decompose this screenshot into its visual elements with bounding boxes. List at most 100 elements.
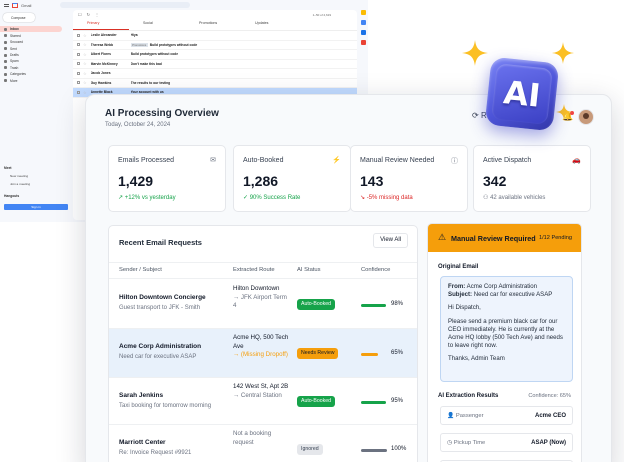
confidence-value: 95% xyxy=(391,398,404,404)
stat-note-icon: ↘ xyxy=(360,195,366,201)
column-header-status: AI Status xyxy=(297,267,321,273)
tasks-icon[interactable] xyxy=(361,30,366,35)
original-email-heading: Original Email xyxy=(438,264,479,270)
row-sender: Albert Flores xyxy=(90,52,111,57)
meet-heading: Meet xyxy=(4,166,12,170)
keep-icon[interactable] xyxy=(361,20,366,25)
star-icon[interactable]: ☆ xyxy=(83,52,87,57)
tab-label: Social xyxy=(143,21,153,25)
status-badge: Auto-Booked xyxy=(297,396,335,407)
join-meeting-link[interactable]: Join a meeting xyxy=(10,182,30,186)
row-sender: Marvin McKinney xyxy=(90,61,118,66)
stat-note-icon: ⚇ xyxy=(483,195,489,201)
row-tag: Promotions xyxy=(130,42,148,47)
list-item[interactable]: ☆ Albert Flores Build prototypes without c… xyxy=(73,50,357,60)
route-dropoff: → JFK Airport Term 4 xyxy=(233,293,287,310)
select-all-checkbox[interactable]: ☐ xyxy=(78,12,82,17)
row-subject-wrap: Promotions Build prototypes without code xyxy=(130,42,357,47)
stat-note: ↘ -5% missing data xyxy=(360,194,413,201)
star-icon[interactable]: ☆ xyxy=(83,42,87,47)
sparkle-icon xyxy=(556,104,572,120)
route-dropoff: → Central Station xyxy=(233,391,282,399)
row-subject: The results to our testing xyxy=(130,80,171,85)
refresh-icon[interactable]: ↻ xyxy=(87,12,90,17)
star-icon[interactable]: ☆ xyxy=(83,80,87,85)
row-checkbox[interactable] xyxy=(77,71,80,75)
row-subject-wrap: The results to our testing xyxy=(131,81,357,85)
list-item[interactable]: ☆ Guy Hawkins The results to our testing xyxy=(73,79,357,88)
tab-primary[interactable]: Primary xyxy=(73,19,129,30)
column-header-confidence: Confidence xyxy=(361,267,391,273)
sidebar-item-more[interactable]: More xyxy=(0,77,72,83)
gmail-title: Gmail xyxy=(21,2,32,8)
pending-count: 1/12 Pending xyxy=(539,235,572,241)
list-item[interactable]: ☆ Jacob Jones xyxy=(73,69,357,79)
tab-social[interactable]: Social xyxy=(129,19,185,30)
route-dropoff: → (Missing Dropoff) xyxy=(233,351,288,359)
row-sender: Guy Hawkins xyxy=(90,80,112,85)
table-row[interactable]: Hilton Downtown Concierge Guest transport… xyxy=(109,280,417,329)
request-subject: Re: Invoice Request #9921 xyxy=(119,450,192,456)
star-icon[interactable]: ☆ xyxy=(83,71,87,76)
stat-note-text: -5% missing data xyxy=(366,195,413,201)
stat-card-emails-processed: Emails Processed ✉ 1,429 ↗ +12% vs yesterda… xyxy=(108,145,226,212)
star-icon[interactable]: ☆ xyxy=(83,33,87,38)
calendar-icon[interactable] xyxy=(361,10,366,15)
extraction-field-pickup-time[interactable]: ◷ Pickup Time ASAP (Now) xyxy=(440,433,573,452)
table-row[interactable]: Sarah Jenkins Taxi booking for tomorrow m… xyxy=(109,378,417,425)
list-item[interactable]: ☆ Theresa Webb Promotions Build prototypes … xyxy=(73,41,357,50)
request-subject: Need car for executive ASAP xyxy=(119,354,197,360)
row-checkbox[interactable] xyxy=(77,81,80,85)
table-row[interactable]: Acme Corp Administration Need car for exe… xyxy=(109,329,417,378)
gmail-rows: ☆ Leslie Alexander Hiya ☆ Theresa Webb Promot… xyxy=(73,31,357,98)
route-pickup: Acme HQ, 500 Tech Ave xyxy=(233,334,289,350)
car-icon: 🚗 xyxy=(572,157,581,164)
extracted-route: 142 West St, Apt 2B → Central Station xyxy=(233,383,289,400)
stat-value: 1,286 xyxy=(243,173,279,189)
row-checkbox[interactable] xyxy=(77,33,80,37)
warning-icon: ⚠ xyxy=(438,232,447,242)
extraction-heading: AI Extraction Results xyxy=(438,393,499,399)
view-all-button[interactable]: View All xyxy=(373,233,408,248)
menu-icon[interactable] xyxy=(4,3,9,7)
table-row[interactable]: Marriott Center Re: Invoice Request #9921… xyxy=(109,425,417,462)
gmail-search-input[interactable] xyxy=(60,2,190,8)
row-subject-wrap: Hiya xyxy=(131,33,357,37)
more-options-icon[interactable]: ⋮ xyxy=(95,12,99,17)
tab-promotions[interactable]: Promotions xyxy=(185,19,241,30)
row-checkbox[interactable] xyxy=(77,62,80,66)
hangouts-signin-button[interactable]: Sign in xyxy=(4,204,68,210)
row-subject-wrap: Don't make this bad xyxy=(131,62,357,66)
compose-button[interactable]: Compose xyxy=(3,13,35,22)
list-item[interactable]: ☆ Marvin McKinney Don't make this bad xyxy=(73,60,357,69)
sparkle-icon xyxy=(552,42,574,64)
row-subject-wrap: Build prototypes without code xyxy=(131,52,357,56)
row-checkbox[interactable] xyxy=(77,43,80,47)
subject-label: Subject: xyxy=(448,291,473,299)
stat-note-text: 42 available vehicles xyxy=(490,195,546,201)
hangouts-heading: Hangouts xyxy=(4,194,20,198)
page-date: Today, October 24, 2024 xyxy=(105,122,171,128)
confidence-bar-fill xyxy=(361,304,387,307)
email-greeting: Hi Dispatch, xyxy=(448,304,481,312)
row-checkbox[interactable] xyxy=(77,52,80,56)
table-header: Sender / Subject Extracted Route AI Stat… xyxy=(109,262,417,279)
field-value: Acme CEO xyxy=(534,413,566,419)
request-sender: Acme Corp Administration xyxy=(119,343,202,350)
field-label: Passenger xyxy=(455,413,484,419)
stat-note-icon: ↗ xyxy=(118,195,124,201)
star-icon[interactable]: ☆ xyxy=(83,61,87,66)
gmail-sidebar: Inbox Starred Snoozed Sent Drafts Spam Trash Ca… xyxy=(0,26,72,84)
refresh-icon: ⟳ xyxy=(472,111,479,120)
new-meeting-link[interactable]: New meeting xyxy=(10,174,28,178)
extraction-field-passenger[interactable]: 👤 Passenger Acme CEO xyxy=(440,406,573,425)
tab-updates[interactable]: Updates xyxy=(241,19,297,30)
star-icon[interactable]: ☆ xyxy=(83,90,87,95)
stat-card-manual-review-needed: Manual Review Needed ⓘ 143 ↘ -5% missing da… xyxy=(350,145,468,212)
avatar[interactable] xyxy=(578,109,594,125)
stat-note: ✓ 90% Success Rate xyxy=(243,194,300,201)
stat-label: Active Dispatch xyxy=(483,157,532,164)
contacts-icon[interactable] xyxy=(361,40,366,45)
list-item[interactable]: ☆ Leslie Alexander Hiya xyxy=(73,31,357,41)
row-checkbox[interactable] xyxy=(77,90,80,94)
